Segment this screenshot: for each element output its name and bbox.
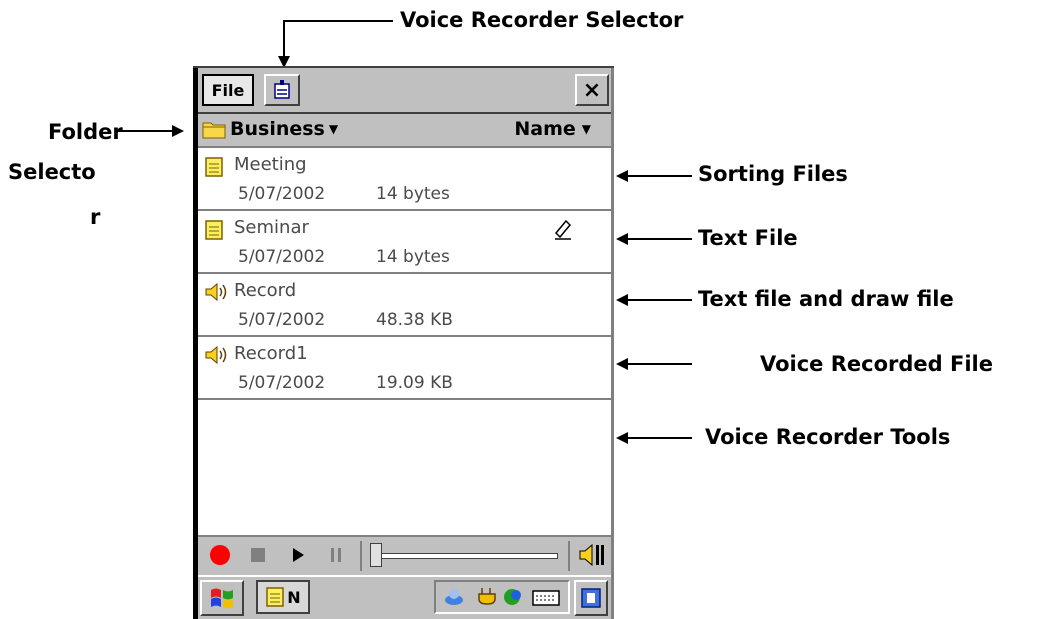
pause-icon[interactable] xyxy=(326,545,346,565)
file-list: Meeting 5/07/2002 14 bytes Seminar 5/07/… xyxy=(198,148,611,535)
file-date: 5/07/2002 xyxy=(238,373,326,393)
arrow-textfile-head xyxy=(616,233,628,245)
folder-icon xyxy=(202,122,226,139)
arrow-sorting-head xyxy=(616,170,628,182)
desktop-icon xyxy=(581,588,601,608)
file-name: Meeting xyxy=(234,154,307,175)
file-date: 5/07/2002 xyxy=(238,184,326,204)
file-menu-button[interactable]: File xyxy=(202,74,254,106)
pen-icon xyxy=(554,219,572,240)
voice-recorder-toolbar xyxy=(198,535,611,575)
notes-icon xyxy=(266,587,285,607)
start-button[interactable] xyxy=(200,580,244,616)
keyboard-icon[interactable] xyxy=(532,589,560,607)
taskbar-app-label: N xyxy=(287,587,301,607)
file-size: 14 bytes xyxy=(376,247,450,267)
notes-icon xyxy=(205,157,223,177)
annotation-folder-selector-2: Selecto xyxy=(8,160,96,184)
file-name: Seminar xyxy=(234,217,309,238)
sort-selector[interactable]: Name ▼ xyxy=(514,118,591,140)
file-date: 5/07/2002 xyxy=(238,247,326,267)
close-button[interactable]: × xyxy=(575,74,609,106)
annotation-folder-selector-3: r xyxy=(90,205,101,229)
folder-bar: Business ▼ Name ▼ xyxy=(198,114,611,148)
file-name: Record xyxy=(234,280,297,301)
arrow-sorting-line xyxy=(628,175,692,177)
arrow-tools-line xyxy=(628,437,692,439)
toolbar-divider xyxy=(568,541,570,571)
volume-icon[interactable] xyxy=(578,542,606,568)
stop-icon[interactable] xyxy=(248,545,268,565)
list-item[interactable]: Record 5/07/2002 48.38 KB xyxy=(198,274,611,337)
device-right-border xyxy=(611,66,614,619)
arrow-voice-selector-h xyxy=(283,20,393,22)
file-size: 48.38 KB xyxy=(376,310,453,330)
speaker-icon xyxy=(205,282,227,302)
list-item[interactable]: Record1 5/07/2002 19.09 KB xyxy=(198,337,611,400)
speaker-icon xyxy=(205,345,227,365)
chevron-down-icon: ▼ xyxy=(581,122,591,136)
taskbar: N xyxy=(198,575,611,619)
arrow-textdraw-head xyxy=(616,294,628,306)
arrow-voicefile-line xyxy=(628,363,692,365)
folder-name: Business xyxy=(230,118,325,140)
windows-start-icon xyxy=(211,588,233,609)
position-slider[interactable] xyxy=(370,543,560,571)
arrow-voice-selector-v xyxy=(283,20,285,58)
arrow-textdraw-line xyxy=(628,299,692,301)
slider-track xyxy=(376,553,558,559)
arrow-folder-head xyxy=(172,125,184,137)
desktop-button[interactable] xyxy=(574,580,608,616)
file-name: Record1 xyxy=(234,343,308,364)
annotation-voice-recorded-file: Voice Recorded File xyxy=(760,352,993,376)
annotation-folder-selector: Folder xyxy=(48,120,123,144)
system-tray xyxy=(434,580,570,614)
voice-recorder-icon xyxy=(274,80,290,99)
file-date: 5/07/2002 xyxy=(238,310,326,330)
arrow-voicefile-head xyxy=(616,358,628,370)
sort-label: Name xyxy=(514,118,576,140)
connectivity-icon[interactable] xyxy=(502,586,526,608)
record-icon[interactable] xyxy=(208,543,232,567)
voice-recorder-selector-button[interactable] xyxy=(264,74,300,106)
file-size: 14 bytes xyxy=(376,184,450,204)
annotation-text-file: Text File xyxy=(698,226,798,250)
annotation-text-and-draw-file: Text file and draw file xyxy=(698,287,954,311)
chevron-down-icon: ▼ xyxy=(328,122,339,136)
arrow-folder-line xyxy=(118,130,174,132)
notes-icon xyxy=(205,220,223,240)
slider-thumb[interactable] xyxy=(370,543,382,567)
arrow-textfile-line xyxy=(628,238,692,240)
taskbar-app-notes[interactable]: N xyxy=(256,580,310,614)
play-icon[interactable] xyxy=(288,545,308,565)
folder-selector[interactable]: Business ▼ xyxy=(202,118,338,140)
annotation-voice-recorder-tools: Voice Recorder Tools xyxy=(705,425,951,449)
list-item[interactable]: Seminar 5/07/2002 14 bytes xyxy=(198,211,611,274)
menu-bar: File × xyxy=(198,68,611,114)
file-size: 19.09 KB xyxy=(376,373,453,393)
network-icon[interactable] xyxy=(444,586,470,608)
toolbar-divider xyxy=(360,541,362,571)
list-item[interactable]: Meeting 5/07/2002 14 bytes xyxy=(198,148,611,211)
power-plug-icon[interactable] xyxy=(476,586,498,608)
annotation-sorting-files: Sorting Files xyxy=(698,162,848,186)
arrow-tools-head xyxy=(616,432,628,444)
annotation-voice-recorder-selector: Voice Recorder Selector xyxy=(400,8,684,32)
